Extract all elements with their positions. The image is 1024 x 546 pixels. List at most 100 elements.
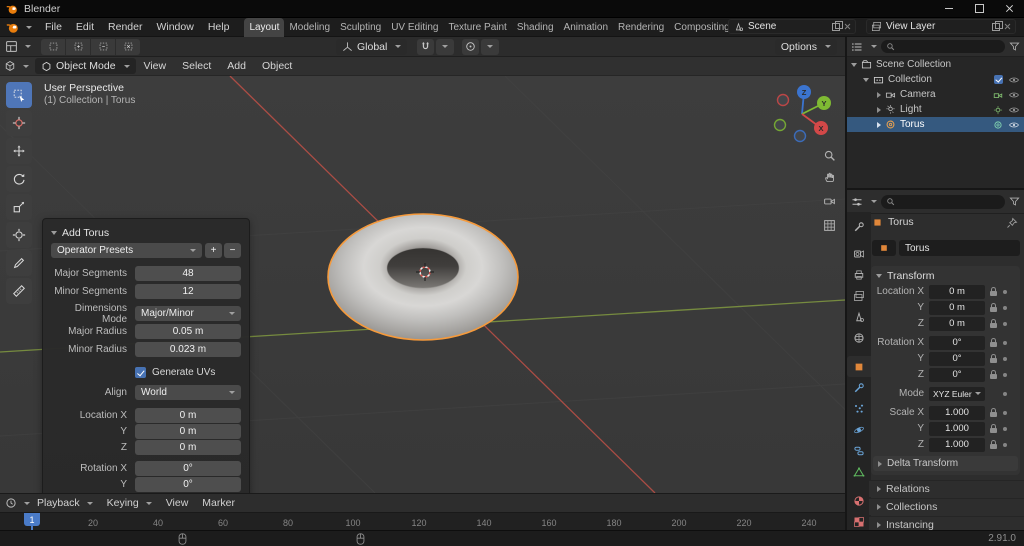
animate-dot-icon[interactable] [1003,340,1007,345]
menu-edit[interactable]: Edit [69,18,101,37]
timeline-editor-type-button[interactable] [5,497,30,509]
zoom-icon[interactable] [820,146,838,164]
animate-dot-icon[interactable] [1003,289,1007,294]
outliner-row-collection[interactable]: Collection [847,72,1024,87]
filter-icon[interactable] [1009,41,1020,52]
viewport-3d[interactable]: X Y Z User Perspective (1) Collection | … [0,75,931,517]
proportional-edit-icon[interactable] [462,38,480,55]
snap-options-button[interactable] [436,38,455,55]
gizmo-neg-z-ball[interactable] [793,129,807,143]
tool-annotate[interactable] [6,250,32,276]
prop-location-x-field[interactable]: 0 m [929,284,985,299]
gizmo-neg-x-ball[interactable] [776,93,790,107]
animate-dot-icon[interactable] [1003,410,1007,415]
operator-presets-dropdown[interactable]: Operator Presets [51,243,202,258]
outliner-row-camera[interactable]: Camera [847,87,1024,102]
mode-dropdown[interactable]: Object Mode [35,58,136,74]
hide-eye-icon[interactable] [1008,119,1020,131]
expand-icon[interactable] [863,77,869,82]
select-mode-subtract-button[interactable] [91,38,115,55]
snapping-controls[interactable] [417,38,455,55]
collection-checkbox[interactable] [994,75,1003,84]
tab-texture[interactable] [847,511,871,532]
operator-panel-header[interactable]: Add Torus [51,224,241,241]
workspace-tab-modeling[interactable]: Modeling [284,18,335,37]
expand-icon[interactable] [877,106,881,113]
major-radius-field[interactable]: 0.05 m [135,324,241,339]
workspace-tab-rendering[interactable]: Rendering [613,18,669,37]
tab-output[interactable] [847,264,871,285]
menu-playback[interactable]: Playback [30,497,100,509]
properties-editor-icon[interactable] [851,196,863,208]
tool-move[interactable] [6,138,32,164]
properties-search-input[interactable] [881,194,1005,209]
animate-dot-icon[interactable] [1003,305,1007,310]
align-dropdown[interactable]: World [135,385,241,400]
prop-rotation-z-field[interactable]: 0° [929,367,985,382]
menu-window[interactable]: Window [149,18,200,37]
maximize-button[interactable] [964,0,994,17]
lock-icon[interactable] [990,407,997,417]
prop-location-y-field[interactable]: 0 m [929,300,985,315]
tool-cursor[interactable] [6,110,32,136]
menu-object[interactable]: Object [254,60,300,72]
lock-icon[interactable] [990,302,997,312]
menu-add[interactable]: Add [219,60,254,72]
tab-material[interactable] [847,490,871,511]
new-view-layer-icon[interactable] [992,20,1003,31]
lock-icon[interactable] [990,353,997,363]
pan-hand-icon[interactable] [820,168,838,186]
animate-dot-icon[interactable] [1003,442,1007,447]
major-segments-field[interactable]: 48 [135,266,241,281]
minor-radius-field[interactable]: 0.023 m [135,342,241,357]
tab-object-data[interactable] [847,461,871,482]
select-mode-invert-button[interactable] [116,38,140,55]
tool-transform[interactable] [6,222,32,248]
animate-dot-icon[interactable] [1003,356,1007,361]
object-name-field[interactable]: Torus [899,240,1020,256]
tab-modifiers[interactable] [847,377,871,398]
gizmo-neg-y-ball[interactable] [773,118,787,132]
prop-rotation-y-field[interactable]: 0° [929,351,985,366]
workspace-tab-sculpting[interactable]: Sculpting [335,18,386,37]
menu-view-timeline[interactable]: View [159,497,196,509]
minimize-button[interactable] [934,0,964,17]
hide-eye-icon[interactable] [1008,74,1020,86]
animate-dot-icon[interactable] [1003,391,1007,396]
workspace-tab-compositing[interactable]: Compositing [669,18,735,37]
transform-orientation-dropdown[interactable]: Global [336,38,408,55]
id-type-button[interactable] [872,240,896,256]
menu-view[interactable]: View [136,60,175,72]
viewport-editor-type-button[interactable] [4,60,29,72]
tool-select-box[interactable] [6,82,32,108]
menu-help[interactable]: Help [201,18,237,37]
prop-rotation-x-field[interactable]: 0° [929,335,985,350]
chevron-down-icon[interactable] [871,200,877,203]
select-mode-set-button[interactable] [41,38,65,55]
close-button[interactable] [994,0,1024,17]
lock-icon[interactable] [990,337,997,347]
blender-menu-button[interactable] [0,21,38,34]
timeline-ruler[interactable]: 0 20 40 60 80 100 120 140 160 180 200 22… [0,512,845,531]
expand-icon[interactable] [851,62,857,67]
rotation-mode-dropdown[interactable]: XYZ Euler [929,386,985,401]
prop-scale-x-field[interactable]: 1.000 [929,405,985,420]
filter-icon[interactable] [1009,196,1020,207]
playhead-frame-badge[interactable]: 1 [24,513,40,526]
navigation-gizmo[interactable]: X Y Z [773,85,832,143]
tab-physics[interactable] [847,419,871,440]
options-dropdown[interactable]: Options [774,38,837,55]
camera-view-icon[interactable] [820,192,838,210]
transform-panel-header[interactable]: Transform [873,268,1018,284]
outliner-row-light[interactable]: Light [847,102,1024,117]
tab-constraints[interactable] [847,440,871,461]
animate-dot-icon[interactable] [1003,372,1007,377]
lock-icon[interactable] [990,318,997,328]
chevron-down-icon[interactable] [871,45,877,48]
tab-tool[interactable] [847,216,871,237]
workspace-tab-animation[interactable]: Animation [559,18,613,37]
dimensions-mode-dropdown[interactable]: Major/Minor [135,306,241,321]
location-x-field[interactable]: 0 m [135,408,241,423]
tab-object[interactable] [847,356,871,377]
minor-segments-field[interactable]: 12 [135,284,241,299]
